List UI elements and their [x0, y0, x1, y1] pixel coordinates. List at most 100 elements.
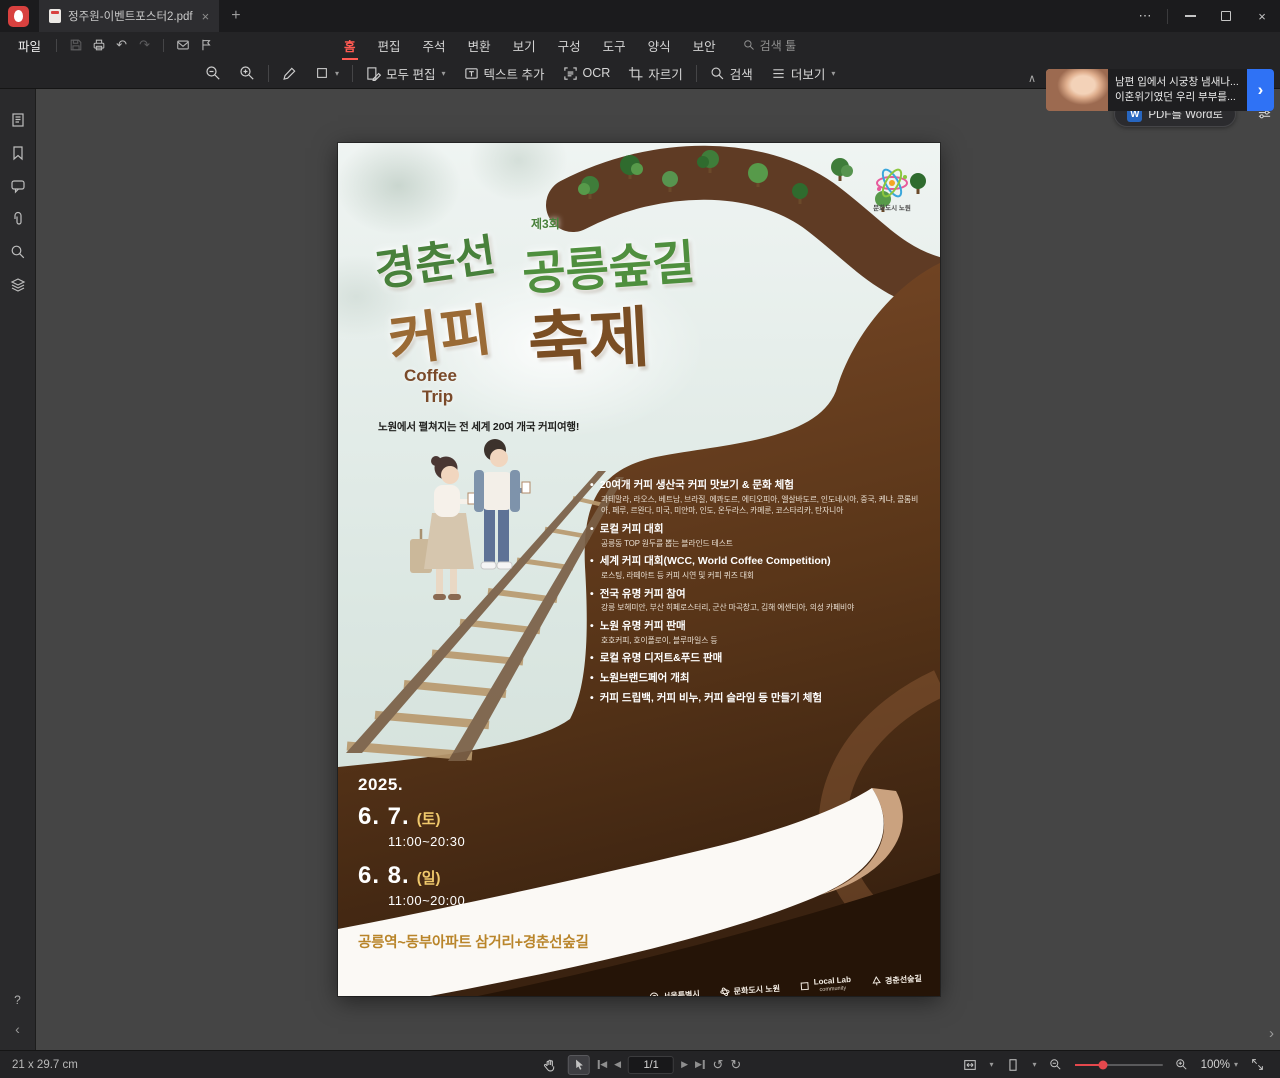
pdf-file-icon	[49, 9, 61, 23]
flag-button[interactable]	[194, 35, 217, 55]
tab-annotate[interactable]: 주석	[412, 32, 457, 59]
titlebar: 정주원-이벤트포스터2.pdf × + ⋯ ×	[0, 0, 1280, 32]
page-navigation: ◀ ◀ 1/1 ▶ ▶ ↺ ↻	[539, 1051, 741, 1078]
add-text-button[interactable]: 텍스트 추가	[455, 60, 554, 86]
man-figure	[474, 439, 531, 570]
document-canvas[interactable]: W PDF를 Word로 › 문화도시 노원 제3회 경춘선 공릉숲길 커피 축…	[36, 89, 1280, 1050]
next-panel-icon[interactable]: ›	[1269, 1025, 1274, 1042]
ad-image	[1046, 69, 1108, 111]
forest-trail-logo: 경춘선숲길	[870, 972, 922, 987]
list-item: 노원브랜드페어 개최	[590, 672, 926, 686]
previous-page-button[interactable]: ◀	[614, 1059, 621, 1070]
rotate-left-icon[interactable]: ↺	[712, 1057, 723, 1073]
close-window-button[interactable]: ×	[1244, 0, 1280, 32]
hand-tool-icon[interactable]	[539, 1055, 561, 1075]
event-year: 2025.	[358, 775, 404, 794]
woman-figure	[410, 456, 477, 600]
list-item: 세계 커피 대회(WCC, World Coffee Competition) …	[590, 555, 926, 581]
poster-coffee-trip: Coffee Trip	[404, 366, 457, 407]
search-panel-icon[interactable]	[0, 235, 36, 268]
tab-tools[interactable]: 도구	[592, 32, 637, 59]
comments-icon[interactable]	[0, 169, 36, 202]
tab-edit[interactable]: 편집	[367, 32, 412, 59]
rotate-right-icon[interactable]: ↻	[730, 1057, 741, 1073]
list-item: 로컬 커피 대회 공릉동 TOP 원두를 뽑는 블라인드 테스트	[590, 523, 926, 549]
edit-all-button[interactable]: 모두 편집 ▾	[357, 60, 455, 86]
attachments-icon[interactable]	[0, 202, 36, 235]
undo-button[interactable]: ↶	[110, 35, 133, 55]
zoom-in-tool[interactable]	[230, 60, 264, 86]
shape-tool[interactable]: ▾	[306, 60, 348, 86]
event-weekday: (일)	[416, 870, 441, 887]
zoom-in-icon[interactable]	[1171, 1055, 1193, 1075]
minimize-button[interactable]	[1172, 0, 1208, 32]
ad-open-button[interactable]: ›	[1247, 69, 1274, 111]
zoom-controls: ▾ ▾ 100% ▾	[959, 1055, 1268, 1075]
select-tool-icon[interactable]	[567, 1054, 590, 1075]
print-button[interactable]	[87, 35, 110, 55]
page-layout-icon[interactable]	[1002, 1055, 1024, 1075]
search-tool-button[interactable]: 검색 툴	[743, 37, 796, 54]
ribbon-tabs: 홈 편집 주석 변환 보기 구성 도구 양식 보안	[333, 32, 727, 60]
tab-convert[interactable]: 변환	[457, 32, 502, 59]
chevron-down-icon: ▾	[1233, 1060, 1238, 1069]
event-weekday: (토)	[416, 811, 441, 828]
next-page-button[interactable]: ▶	[681, 1059, 688, 1070]
menu-row: 파일 ↶ ↷ 홈 편집 주석 변환 보기 구성 도구 양식 보안 검색 툴	[0, 32, 1280, 60]
zoom-level-select[interactable]: 100% ▾	[1201, 1059, 1238, 1071]
mail-button[interactable]	[171, 35, 194, 55]
chevron-down-icon: ▾	[335, 68, 340, 78]
list-item: 노원 유명 커피 판매 호호커피, 호이폴로이, 블루마일스 등	[590, 620, 926, 646]
poster-title-festival: 축제	[526, 299, 652, 381]
seoul-logo: 서울특별시	[648, 988, 700, 996]
left-panel-sidebar: ? ‹	[0, 89, 36, 1050]
ad-text: 남편 입에서 시궁창 냄새나... 이혼위기였던 우리 부부를...	[1115, 76, 1239, 103]
ocr-button[interactable]: OCR	[554, 60, 620, 86]
nowon-logo: 문화도시 노원	[719, 982, 780, 996]
page-indicator-input[interactable]: 1/1	[628, 1055, 675, 1074]
event-location: 공릉역~동부아파트 삼거리+경춘선숲길	[358, 935, 589, 951]
save-button[interactable]	[64, 35, 87, 55]
ribbon-header: 파일 ↶ ↷ 홈 편집 주석 변환 보기 구성 도구 양식 보안 검색 툴 ▾ …	[0, 32, 1280, 111]
collapse-ribbon-button[interactable]: ∧	[1028, 72, 1036, 85]
chevron-down-icon[interactable]: ▾	[1033, 1060, 1037, 1069]
last-page-button[interactable]: ▶	[695, 1059, 705, 1070]
event-time: 11:00~20:00	[388, 893, 466, 908]
tab-forms[interactable]: 양식	[637, 32, 682, 59]
bookmarks-icon[interactable]	[0, 136, 36, 169]
event-schedule: 2025. 6. 7. (토) 11:00~20:30 6. 8. (일) 11…	[358, 775, 465, 921]
event-time: 11:00~20:30	[388, 834, 466, 849]
ad-banner[interactable]: 남편 입에서 시궁창 냄새나... 이혼위기였던 우리 부부를... ›	[1046, 69, 1274, 111]
pen-tool[interactable]	[273, 60, 306, 86]
more-tools-button[interactable]: 더보기 ▾	[762, 60, 845, 86]
workspace: ? ‹ W PDF를 Word로 › 문화도시 노원 제3회 경춘선 공릉숲길 …	[0, 89, 1280, 1050]
tab-organize[interactable]: 구성	[547, 32, 592, 59]
document-tab[interactable]: 정주원-이벤트포스터2.pdf ×	[39, 0, 220, 32]
help-icon[interactable]: ?	[0, 983, 36, 1016]
zoom-slider[interactable]	[1074, 1060, 1163, 1069]
tab-close-icon[interactable]: ×	[202, 9, 210, 24]
fit-width-icon[interactable]	[959, 1055, 981, 1075]
layers-icon[interactable]	[0, 268, 36, 301]
panel-collapse-icon[interactable]: ‹	[0, 1016, 36, 1042]
new-tab-button[interactable]: +	[231, 7, 240, 25]
tab-view[interactable]: 보기	[502, 32, 547, 59]
chevron-down-icon[interactable]: ▾	[990, 1060, 994, 1069]
redo-button[interactable]: ↷	[133, 35, 156, 55]
zoom-out-icon[interactable]	[1045, 1055, 1067, 1075]
tab-security[interactable]: 보안	[682, 32, 727, 59]
list-item: 전국 유명 커피 참여 강릉 보헤미안, 부산 히페로스터리, 군산 마곡창고,…	[590, 588, 926, 614]
list-item: 커피 드립백, 커피 비누, 커피 슬라임 등 만들기 체험	[590, 692, 926, 706]
city-logo-text: 문화도시 노원	[873, 205, 911, 212]
titlebar-more-button[interactable]: ⋯	[1127, 0, 1163, 32]
crop-button[interactable]: 자르기	[619, 60, 692, 86]
thumbnails-icon[interactable]	[0, 103, 36, 136]
chevron-down-icon: ▾	[831, 68, 836, 78]
first-page-button[interactable]: ◀	[597, 1059, 607, 1070]
tab-home[interactable]: 홈	[333, 32, 367, 60]
search-button[interactable]: 검색	[701, 60, 762, 86]
maximize-button[interactable]	[1208, 0, 1244, 32]
fullscreen-icon[interactable]	[1246, 1055, 1268, 1075]
zoom-out-tool[interactable]	[196, 60, 230, 86]
file-menu[interactable]: 파일	[10, 36, 49, 55]
